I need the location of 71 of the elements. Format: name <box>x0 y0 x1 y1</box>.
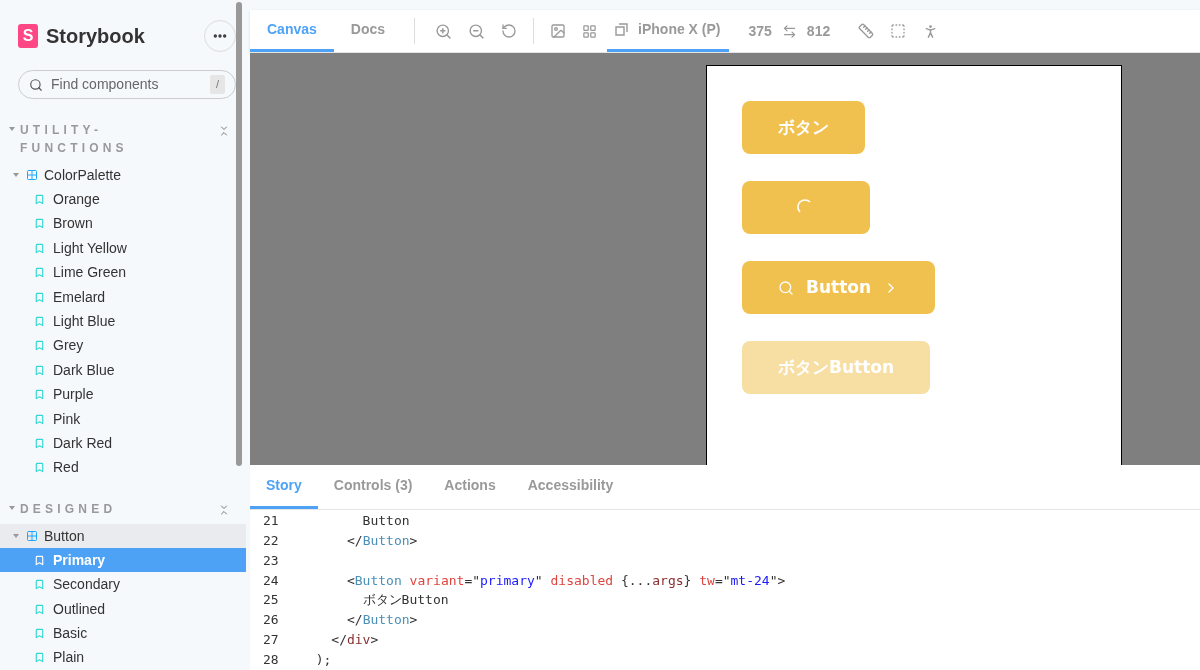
line-number: 22 <box>262 531 280 550</box>
line-number: 21 <box>262 512 280 531</box>
bookmark-icon <box>34 242 45 254</box>
reset-icon[interactable] <box>501 23 518 39</box>
code-line: <Button variant="primary" disabled {...args} tw="mt-24"> <box>345 571 786 590</box>
code-line: </Button> <box>345 531 418 550</box>
grid-icon[interactable] <box>582 23 598 39</box>
bookmark-icon <box>34 579 45 591</box>
ruler-icon[interactable] <box>858 23 875 39</box>
story-item[interactable]: Lime Green <box>0 260 246 285</box>
bookmark-icon <box>34 364 45 376</box>
logo-icon: S <box>18 24 38 48</box>
story-item[interactable]: Basic <box>0 621 246 646</box>
bookmark-icon <box>34 413 45 425</box>
search-icon <box>29 77 43 92</box>
viewport-icon <box>615 23 629 36</box>
code-line: </Button> <box>345 611 418 630</box>
bookmark-icon <box>34 389 45 401</box>
story-item[interactable]: Red <box>0 455 246 481</box>
bookmark-icon <box>34 603 45 615</box>
zoom-in-icon[interactable] <box>435 22 453 40</box>
bookmark-icon <box>34 267 45 279</box>
bookmark-icon <box>34 627 45 639</box>
shortcut-key: / <box>209 75 225 94</box>
collapse-icon[interactable] <box>218 125 230 138</box>
story-item[interactable]: Dark Red <box>0 431 246 456</box>
story-item[interactable]: Purple <box>0 382 246 407</box>
code-line: ボタンButton <box>361 591 449 610</box>
collapse-icon[interactable] <box>218 504 230 517</box>
code-line: </div> <box>330 630 379 649</box>
search-box[interactable]: Find components / <box>18 70 236 100</box>
zoom-out-icon[interactable] <box>468 22 486 40</box>
line-number: 27 <box>262 630 280 649</box>
bookmark-icon <box>34 218 45 230</box>
component-item[interactable]: Button <box>0 524 246 549</box>
bookmark-icon <box>34 554 45 566</box>
story-item[interactable]: Outlined <box>0 596 246 622</box>
bookmark-icon <box>34 194 45 206</box>
line-number: 26 <box>262 611 280 630</box>
code-line: Button <box>361 512 410 531</box>
code-line: ); <box>314 650 332 669</box>
bookmark-icon <box>34 291 45 303</box>
bookmark-icon <box>34 316 45 327</box>
story-item[interactable]: Emelard <box>0 284 246 310</box>
story-item[interactable]: Grey <box>0 333 246 359</box>
search-field[interactable]: Find components <box>51 74 202 96</box>
line-number: 23 <box>262 551 280 570</box>
story-item[interactable]: Brown <box>0 211 246 237</box>
story-item[interactable]: Light Yellow <box>0 236 246 261</box>
bookmark-icon <box>34 340 45 352</box>
story-item[interactable]: Orange <box>0 187 246 212</box>
image-icon[interactable] <box>550 23 567 39</box>
component-icon <box>26 530 38 543</box>
swap-icon[interactable] <box>781 23 797 39</box>
component-icon <box>26 169 38 182</box>
component-item[interactable]: ColorPalette <box>0 163 236 188</box>
search-icon <box>778 279 794 296</box>
story-item[interactable]: Pink <box>0 406 246 432</box>
line-number: 25 <box>262 591 280 610</box>
bookmark-icon <box>34 652 45 664</box>
story-item[interactable]: Light Blue <box>0 309 246 334</box>
story-item[interactable]: Plain <box>0 645 246 670</box>
bookmark-icon <box>34 462 45 474</box>
line-number: 28 <box>262 650 280 669</box>
brand-name: Storybook <box>46 24 145 49</box>
story-item[interactable]: Dark Blue <box>0 358 246 383</box>
story-item[interactable]: Secondary <box>0 572 246 597</box>
bookmark-icon <box>34 437 45 449</box>
scrollbar[interactable] <box>236 2 242 466</box>
line-number: 24 <box>262 571 280 590</box>
outline-icon[interactable] <box>890 23 907 39</box>
